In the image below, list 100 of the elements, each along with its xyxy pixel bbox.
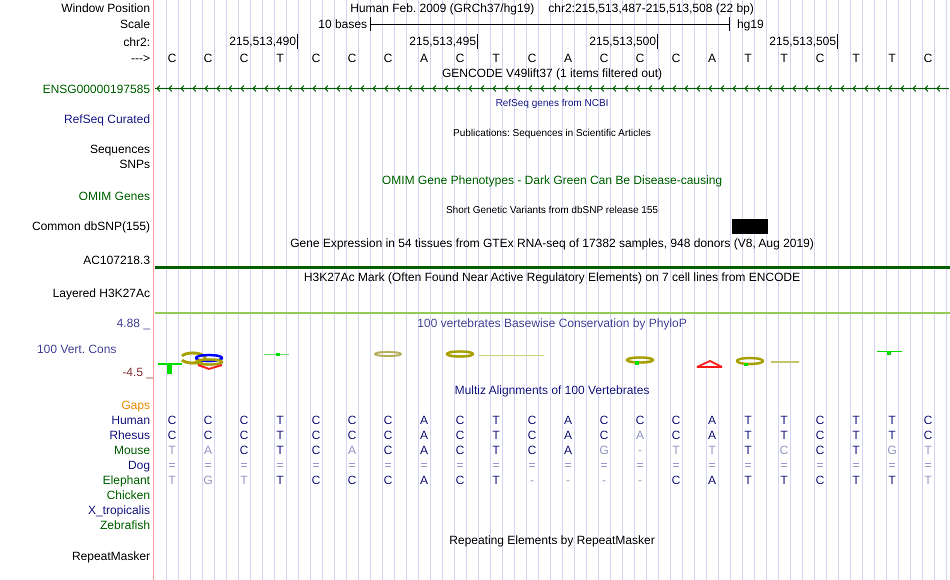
base-letter: A <box>708 472 716 486</box>
base-letter: = <box>852 458 860 472</box>
conservation-glyph <box>877 351 902 355</box>
base-letter: A <box>636 428 644 442</box>
base-letter: T <box>276 442 284 456</box>
track-title: RefSeq genes from NCBI <box>496 96 608 110</box>
base-letter: = <box>204 458 212 472</box>
axis-max-label: 4.88 _ <box>116 316 150 330</box>
track-label[interactable]: Layered H3K27Ac <box>52 286 150 300</box>
base-letter: T <box>492 412 500 426</box>
base-letter: T <box>852 50 860 64</box>
base-letter: T <box>168 442 176 456</box>
base-letter: G <box>203 472 213 486</box>
species-label[interactable]: Human <box>111 412 150 426</box>
base-letter: A <box>204 442 212 456</box>
base-letter: T <box>744 442 752 456</box>
base-letter: C <box>240 428 248 442</box>
base-letter: T <box>852 472 860 486</box>
base-letter: C <box>528 428 536 442</box>
species-label[interactable]: Elephant <box>102 472 150 486</box>
base-letter: T <box>672 442 680 456</box>
species-label[interactable]: Dog <box>128 458 150 472</box>
track-label[interactable]: Common dbSNP(155) <box>32 219 150 233</box>
base-letter: = <box>888 458 896 472</box>
base-letter: = <box>600 458 608 472</box>
base-letter: T <box>780 428 788 442</box>
conservation-glyph <box>374 351 402 357</box>
species-label[interactable]: Rhesus <box>109 428 150 442</box>
base-letter: = <box>528 458 536 472</box>
row-label: Window Position <box>61 0 150 14</box>
track-label[interactable]: AC107218.3 <box>83 253 150 267</box>
track-label[interactable]: ENSG00000197585 <box>42 82 150 96</box>
track-label[interactable]: RepeatMasker <box>72 548 150 562</box>
gene-line[interactable] <box>154 84 949 93</box>
base-letter: = <box>240 458 248 472</box>
base-letter: C <box>384 472 392 486</box>
base-letter: = <box>708 458 716 472</box>
conservation-glyph <box>696 360 723 368</box>
track-label[interactable]: 100 Vert. Cons <box>37 342 116 356</box>
base-letter: = <box>312 458 320 472</box>
base-letter: C <box>240 50 248 64</box>
base-letter: T <box>888 472 896 486</box>
track-label[interactable]: SNPs <box>119 157 150 171</box>
base-letter: = <box>420 458 428 472</box>
base-letter: C <box>348 412 356 426</box>
base-letter: = <box>564 458 572 472</box>
base-letter: C <box>816 428 824 442</box>
species-label[interactable]: Mouse <box>114 442 150 456</box>
base-letter: - <box>638 442 642 456</box>
conservation-glyph <box>736 356 764 366</box>
base-letter: C <box>348 472 356 486</box>
base-letter: A <box>708 412 716 426</box>
base-letter: T <box>924 472 932 486</box>
base-letter: = <box>780 458 788 472</box>
species-label[interactable]: X_tropicalis <box>88 502 150 516</box>
coordinate-tick: 215,513,495 <box>409 34 478 49</box>
base-letter: T <box>852 412 860 426</box>
base-letter: T <box>744 412 752 426</box>
track-title: OMIM Gene Phenotypes - Dark Green Can Be Disease-causing <box>382 173 722 187</box>
base-letter: C <box>780 442 788 456</box>
base-letter: T <box>708 442 716 456</box>
base-letter: C <box>672 50 680 64</box>
base-letter: = <box>384 458 392 472</box>
base-letter: A <box>564 428 572 442</box>
base-letter: C <box>168 50 176 64</box>
track-title: H3K27Ac Mark (Often Found Near Active Regulatory Elements) on 7 cell lines from ENCODE <box>304 270 800 284</box>
base-letter: = <box>276 458 284 472</box>
base-letter: C <box>528 412 536 426</box>
track-title: 100 vertebrates Basewise Conservation by PhyloP <box>417 316 687 330</box>
species-label[interactable]: Zebrafish <box>100 518 150 532</box>
base-letter: C <box>636 412 644 426</box>
conservation-glyph <box>626 356 654 365</box>
base-letter: T <box>276 472 284 486</box>
base-letter: = <box>672 458 680 472</box>
base-letter: G <box>599 442 609 456</box>
base-letter: = <box>744 458 752 472</box>
base-letter: C <box>168 428 176 442</box>
base-letter: A <box>708 428 716 442</box>
base-letter: A <box>708 50 716 64</box>
track-label[interactable]: RefSeq Curated <box>64 112 150 126</box>
coordinate-tick: 215,513,505 <box>769 34 838 49</box>
base-letter: T <box>744 428 752 442</box>
base-letter: T <box>924 442 932 456</box>
base-letter: A <box>420 472 428 486</box>
base-letter: T <box>852 442 860 456</box>
base-letter: A <box>348 442 356 456</box>
track-title: Gene Expression in 54 tissues from GTEx RNA-seq of 17382 samples, 948 donors (V8, Aug 2019) <box>290 236 814 250</box>
base-letter: T <box>276 412 284 426</box>
track-label[interactable]: Sequences <box>90 142 150 156</box>
base-letter: C <box>456 428 464 442</box>
track-label[interactable]: OMIM Genes <box>78 188 150 202</box>
base-letter: C <box>204 412 212 426</box>
base-letter: C <box>672 412 680 426</box>
base-letter: C <box>528 442 536 456</box>
base-letter: C <box>240 412 248 426</box>
base-letter: T <box>492 472 500 486</box>
species-label[interactable]: Chicken <box>106 488 150 502</box>
base-letter: T <box>852 428 860 442</box>
base-letter: T <box>276 50 284 64</box>
track-title: GENCODE V49lift37 (1 items filtered out) <box>442 66 662 80</box>
